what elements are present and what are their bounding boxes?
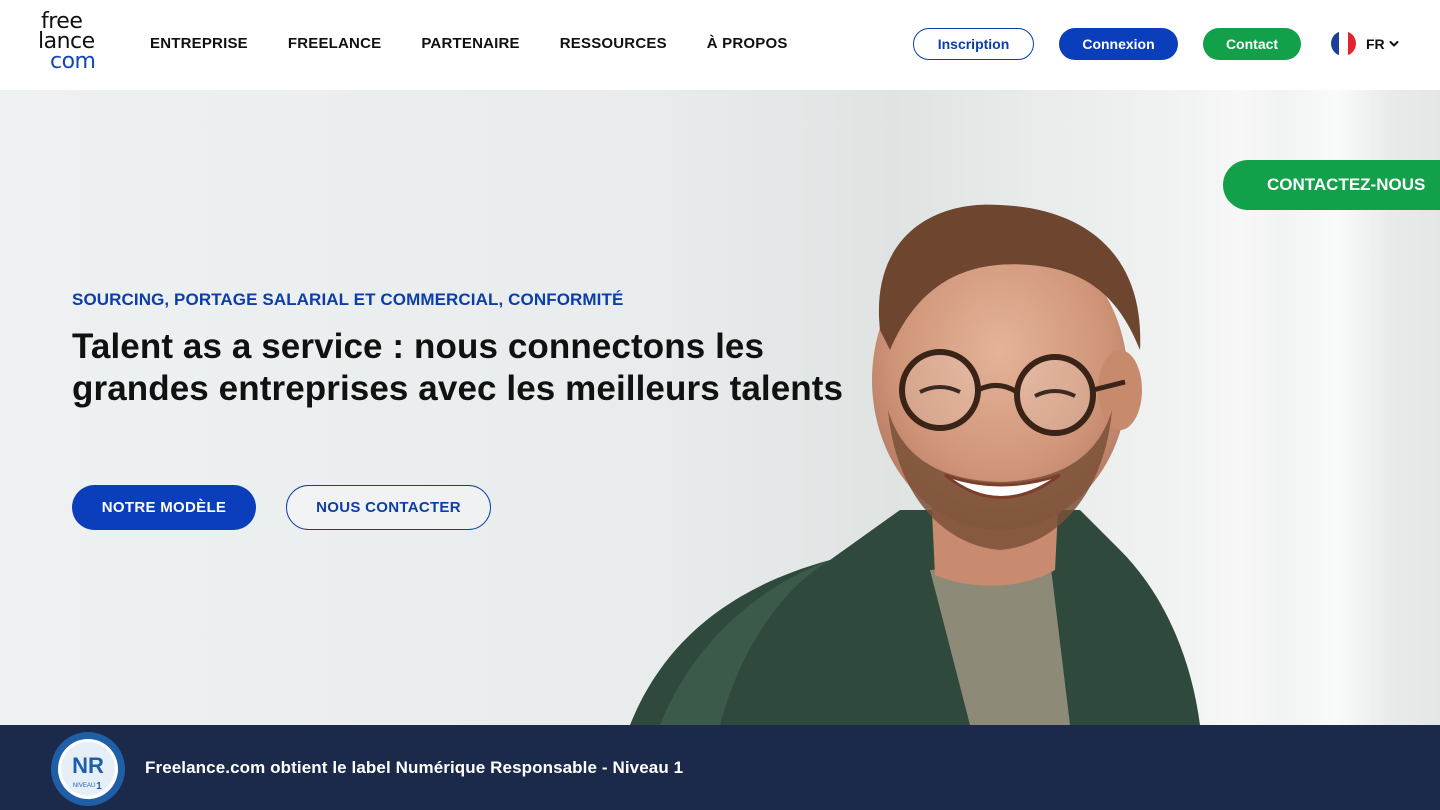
- hero-eyebrow: SOURCING, PORTAGE SALARIAL ET COMMERCIAL…: [72, 290, 624, 309]
- france-flag-icon: [1331, 31, 1356, 56]
- numerique-responsable-badge-icon: NR NIVEAU 1 LABEL NUMÉRIQUE RESPONSABLE: [50, 729, 125, 806]
- label-banner[interactable]: NR NIVEAU 1 LABEL NUMÉRIQUE RESPONSABLE …: [0, 725, 1440, 810]
- nav-item-freelance[interactable]: FREELANCE: [288, 35, 381, 52]
- badge-initials: NR: [72, 753, 104, 778]
- contactez-nous-side-button[interactable]: CONTACTEZ-NOUS: [1223, 160, 1440, 210]
- nav-item-entreprise[interactable]: ENTREPRISE: [150, 35, 248, 52]
- nous-contacter-button[interactable]: NOUS CONTACTER: [286, 485, 491, 530]
- chevron-down-icon: [1389, 40, 1399, 46]
- nav-item-ressources[interactable]: RESSOURCES: [560, 35, 667, 52]
- language-code: FR: [1366, 35, 1385, 52]
- notre-modele-button[interactable]: NOTRE MODÈLE: [72, 485, 256, 530]
- logo-text-free: free: [41, 9, 83, 34]
- badge-level-label: NIVEAU: [73, 783, 95, 789]
- banner-text: Freelance.com obtient le label Numérique…: [145, 758, 684, 777]
- nav-item-a-propos[interactable]: À PROPOS: [707, 35, 788, 52]
- badge-level: 1: [96, 781, 102, 792]
- nav-item-partenaire[interactable]: PARTENAIRE: [421, 35, 519, 52]
- connexion-button[interactable]: Connexion: [1059, 28, 1178, 60]
- language-selector[interactable]: FR: [1331, 31, 1399, 56]
- contact-button[interactable]: Contact: [1203, 28, 1301, 60]
- site-header: free lance com ENTREPRISE FREELANCE PART…: [0, 0, 1440, 90]
- hero-text-block: SOURCING, PORTAGE SALARIAL ET COMMERCIAL…: [72, 290, 852, 410]
- inscription-button[interactable]: Inscription: [913, 28, 1034, 60]
- freelance-com-logo[interactable]: free lance com: [38, 11, 122, 73]
- main-nav: ENTREPRISE FREELANCE PARTENAIRE RESSOURC…: [150, 35, 828, 52]
- logo-text-lance: lance: [38, 29, 95, 54]
- hero-headline: Talent as a service : nous connectons le…: [72, 327, 844, 408]
- logo-text-com: com: [50, 49, 96, 74]
